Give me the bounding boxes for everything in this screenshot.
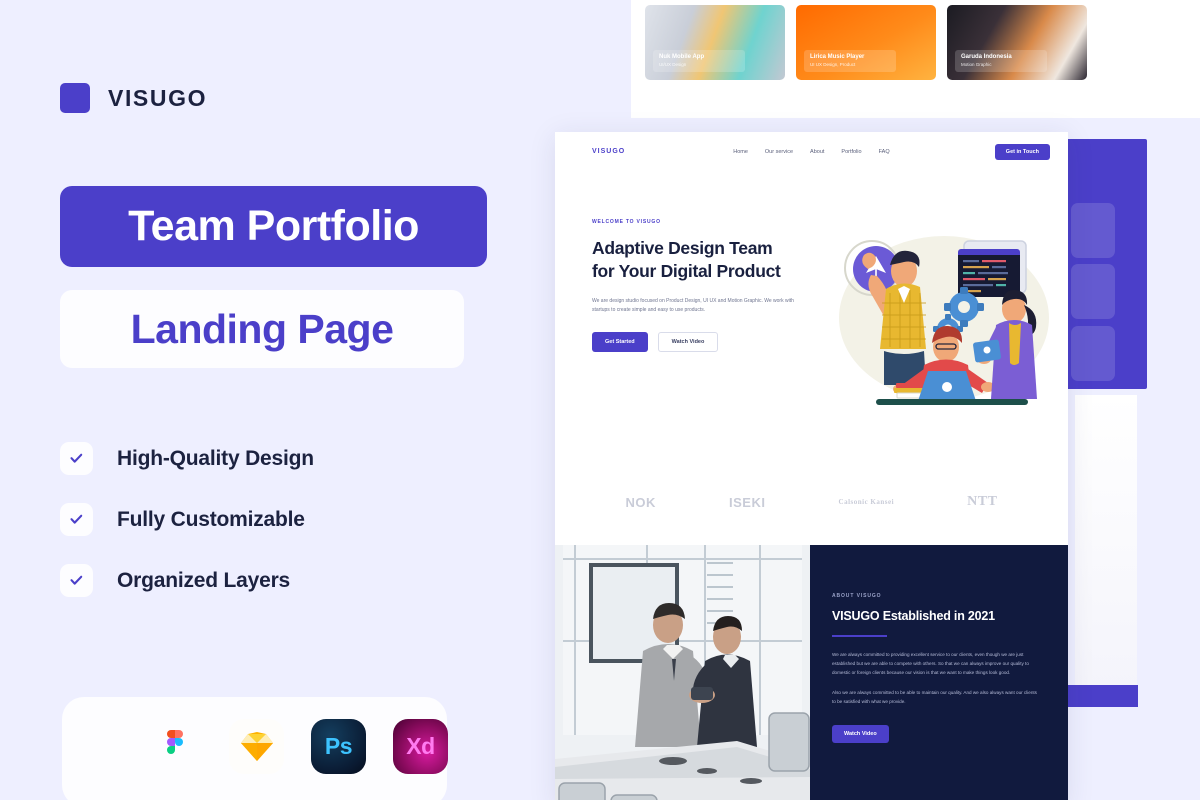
team-working-illustration: [839, 236, 1049, 405]
promo-subtitle: Landing Page: [130, 305, 394, 352]
portfolio-card-caption: Garuda Indonesia Motion Graphic: [955, 49, 1047, 72]
client-logo-nok: NOK: [625, 494, 656, 510]
about-text-block: ABOUT VISUGO VISUGO Established in 2021 …: [810, 545, 1068, 800]
mockup-about-section: ABOUT VISUGO VISUGO Established in 2021 …: [555, 545, 1068, 800]
background-purple-panel: [1065, 139, 1147, 389]
feature-item: Organized Layers: [60, 550, 314, 611]
hero-heading-line-2: for Your Digital Product: [592, 261, 781, 282]
client-logo-ntt: NTT: [967, 494, 998, 509]
brand-name: VISUGO: [108, 84, 208, 111]
get-in-touch-button[interactable]: Get in Touch: [994, 143, 1050, 160]
hero-text-block: WELCOME TO VISUGO Adaptive Design Team f…: [592, 219, 822, 459]
client-logo-iseki: ISEKI: [728, 494, 766, 510]
background-purple-bar: [1068, 685, 1138, 707]
feature-label: High-Quality Design: [117, 446, 314, 470]
portfolio-strip-mockup: Nuk Mobile App UI/UX Design Lirica Music…: [631, 0, 1200, 118]
about-paragraph-2: Also we are always committed to be able …: [832, 689, 1037, 704]
hero-paragraph: We are design studio focused on Product …: [592, 297, 794, 313]
sketch-icon: [229, 719, 284, 774]
check-icon: [60, 442, 93, 475]
portfolio-card[interactable]: Lirica Music Player UI UX Design, Produc…: [796, 5, 936, 80]
hero-button-group: Get Started Watch Video: [592, 332, 822, 353]
about-eyebrow: ABOUT VISUGO: [832, 593, 882, 599]
landing-page-mockup: VISUGO Home Our service About Portfolio …: [555, 132, 1068, 800]
portfolio-card[interactable]: Garuda Indonesia Motion Graphic: [947, 5, 1087, 80]
check-icon: [60, 564, 93, 597]
portfolio-card-title: Nuk Mobile App: [659, 53, 705, 60]
brand-lockup: VISUGO: [60, 83, 207, 113]
mockup-client-logos: NOK ISEKI Calsonic Kansei NTT: [555, 459, 1068, 545]
portfolio-card[interactable]: Nuk Mobile App UI/UX Design: [645, 5, 785, 80]
hero-heading: Adaptive Design Team for Your Digital Pr…: [592, 237, 822, 284]
adobe-xd-label: Xd: [406, 733, 435, 759]
nav-item-portfolio[interactable]: Portfolio: [841, 149, 861, 155]
feature-list: High-Quality Design Fully Customizable O…: [60, 428, 314, 611]
background-white-panel: [1075, 395, 1137, 695]
photoshop-label: Ps: [324, 733, 353, 759]
adobe-xd-icon: Xd: [393, 719, 448, 774]
brand-square-logo-icon: [60, 83, 90, 113]
office-handshake-photo: [555, 545, 810, 800]
mockup-nav-logo: VISUGO: [592, 148, 626, 155]
about-paragraph-1: We are always committed to providing exc…: [832, 652, 1029, 675]
portfolio-card-title: Lirica Music Player: [810, 53, 865, 60]
about-watch-video-button[interactable]: Watch Video: [832, 724, 889, 743]
about-heading: VISUGO Established in 2021: [832, 609, 995, 623]
get-started-button[interactable]: Get Started: [592, 332, 648, 353]
portfolio-card-subtitle: UI/UX Design: [659, 61, 687, 67]
nav-item-about[interactable]: About: [810, 149, 824, 155]
portfolio-card-caption: Lirica Music Player UI UX Design, Produc…: [804, 49, 896, 72]
photoshop-icon: Ps: [311, 719, 366, 774]
promo-left-panel: VISUGO Team Portfolio Landing Page High-…: [0, 0, 555, 800]
nav-item-our-service[interactable]: Our service: [765, 149, 793, 155]
check-icon: [60, 503, 93, 536]
promo-title: Team Portfolio: [128, 202, 419, 250]
feature-item: High-Quality Design: [60, 428, 314, 489]
hero-heading-line-1: Adaptive Design Team: [592, 238, 773, 258]
mockup-showcase-area: Nuk Mobile App UI/UX Design Lirica Music…: [555, 0, 1200, 800]
figma-icon: [147, 719, 202, 774]
client-logo-calsonic-kansei: Calsonic Kansei: [838, 498, 895, 506]
feature-label: Fully Customizable: [117, 507, 305, 531]
hero-eyebrow: WELCOME TO VISUGO: [592, 219, 661, 225]
promo-subtitle-pill: Landing Page: [60, 290, 464, 368]
promo-title-pill: Team Portfolio: [60, 186, 487, 267]
portfolio-card-subtitle: UI UX Design, Product: [810, 61, 856, 67]
feature-label: Organized Layers: [117, 568, 291, 592]
about-divider: [832, 635, 887, 637]
feature-item: Fully Customizable: [60, 489, 314, 550]
portfolio-card-title: Garuda Indonesia: [961, 53, 1012, 60]
watch-video-button[interactable]: Watch Video: [657, 332, 719, 353]
tool-compatibility-card: Ps Xd: [62, 697, 448, 800]
nav-item-faq[interactable]: FAQ: [879, 149, 890, 155]
mockup-hero-section: WELCOME TO VISUGO Adaptive Design Team f…: [555, 171, 1068, 459]
nav-item-home[interactable]: Home: [733, 149, 748, 155]
portfolio-card-subtitle: Motion Graphic: [961, 61, 992, 67]
mockup-nav-menu: Home Our service About Portfolio FAQ: [733, 149, 889, 155]
mockup-navbar: VISUGO Home Our service About Portfolio …: [555, 132, 1068, 171]
portfolio-card-caption: Nuk Mobile App UI/UX Design: [653, 49, 745, 72]
